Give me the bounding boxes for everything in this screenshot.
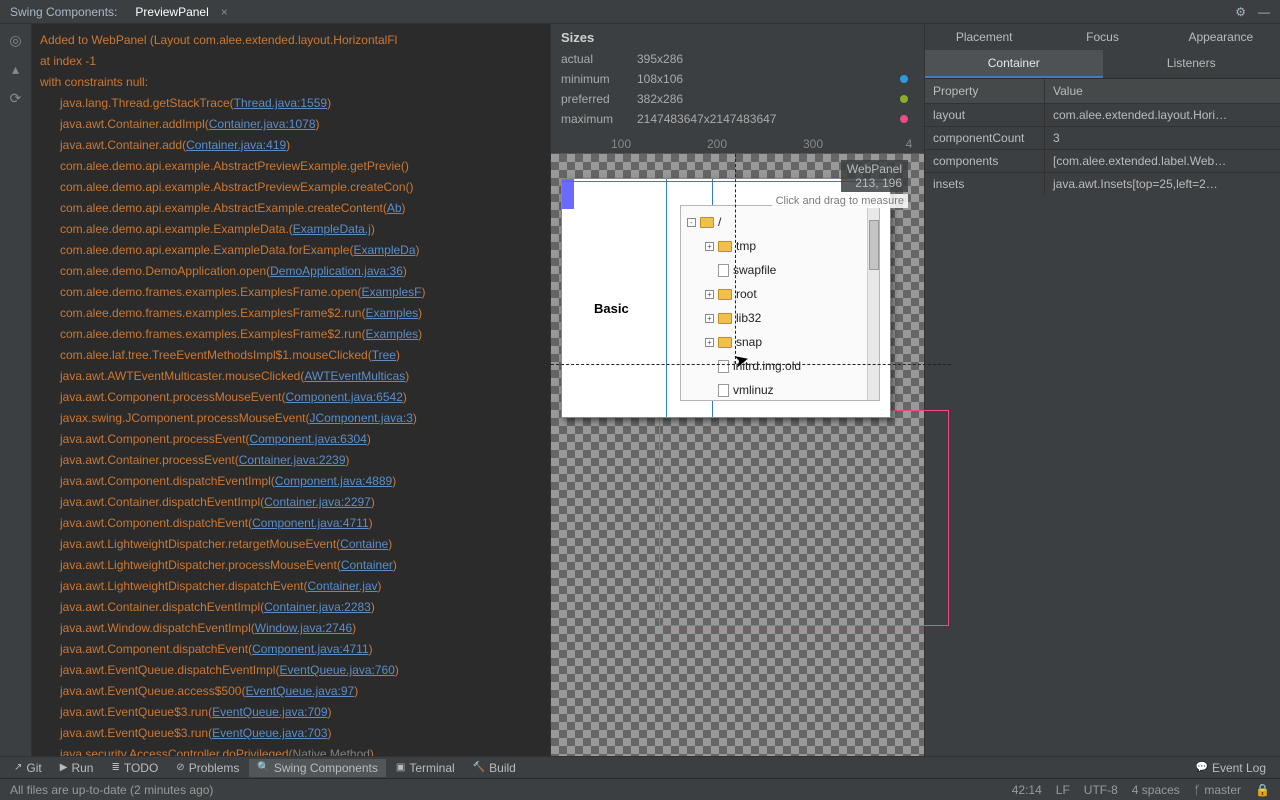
sizes-title: Sizes (561, 30, 914, 45)
target-icon[interactable]: ◎ (9, 32, 21, 49)
tree-item[interactable]: +snap (681, 330, 879, 354)
folder-icon (718, 337, 732, 348)
guide-line (666, 179, 667, 417)
expander-icon[interactable]: + (705, 290, 714, 299)
file-icon (718, 264, 729, 277)
basic-label: Basic (594, 301, 629, 316)
size-row: minimum108x106 (561, 69, 914, 89)
folder-icon (718, 241, 732, 252)
encoding[interactable]: UTF-8 (1084, 783, 1118, 797)
file-icon (718, 384, 729, 397)
tree-item[interactable]: +lib32 (681, 306, 879, 330)
toolwindow-button[interactable]: ↗Git (6, 759, 50, 777)
expander-icon[interactable]: + (705, 338, 714, 347)
stack-trace-pane[interactable]: Added to WebPanel (Layout com.alee.exten… (32, 24, 550, 756)
measure-hint: Click and drag to measure (772, 194, 908, 208)
size-row: preferred382x286 (561, 89, 914, 109)
crosshair-v (735, 154, 736, 364)
sizes-block: Sizes actual395x286minimum108x106preferr… (551, 24, 924, 135)
toolwindow-button[interactable]: ⊘Problems (168, 759, 247, 777)
property-row[interactable]: components[com.alee.extended.label.Web… (925, 149, 1280, 172)
folder-icon (718, 289, 732, 300)
line-sep[interactable]: LF (1056, 783, 1070, 797)
file-icon (718, 360, 729, 373)
tree-item[interactable]: vmlinuz (681, 378, 879, 401)
scrollbar[interactable] (867, 206, 879, 400)
breadcrumb: Swing Components: (10, 5, 117, 19)
props-tab[interactable]: Placement (925, 24, 1043, 50)
up-arrow-icon[interactable]: ▴ (12, 61, 19, 78)
tool-window-bar: ↗Git▶Run≣TODO⊘Problems🔍Swing Components▣… (0, 756, 1280, 778)
preview-column: Sizes actual395x286minimum108x106preferr… (550, 24, 924, 756)
gear-icon[interactable]: ⚙ (1235, 5, 1246, 19)
tree-item[interactable]: +tmp (681, 234, 879, 258)
property-row[interactable]: layoutcom.alee.extended.layout.Hori… (925, 103, 1280, 126)
selection-marker (562, 179, 574, 209)
left-gutter: ◎ ▴ ⟳ (0, 24, 32, 756)
props-tab[interactable]: Focus (1043, 24, 1161, 50)
git-branch[interactable]: ᚶ master (1194, 783, 1241, 797)
tree-item[interactable]: initrd.img.old (681, 354, 879, 378)
status-message: All files are up-to-date (2 minutes ago) (10, 783, 213, 797)
caret-pos[interactable]: 42:14 (1012, 783, 1042, 797)
folder-icon (718, 313, 732, 324)
top-bar: Swing Components: PreviewPanel × ⚙ — (0, 0, 1280, 24)
property-row[interactable]: componentCount3 (925, 126, 1280, 149)
toolwindow-button[interactable]: ▶Run (52, 759, 102, 777)
folder-icon (700, 217, 714, 228)
file-tree[interactable]: -/+tmpswapfile+root+lib32+snapinitrd.img… (680, 205, 880, 401)
expander-icon[interactable]: + (705, 314, 714, 323)
coord-badge: WebPanel 213, 196 (841, 160, 908, 192)
toolwindow-button[interactable]: ▣Terminal (388, 759, 463, 777)
refresh-icon[interactable]: ⟳ (10, 90, 22, 107)
property-row[interactable]: insetsjava.awt.Insets[top=25,left=2… (925, 172, 1280, 195)
preview-canvas[interactable]: Basic -/+tmpswapfile+root+lib32+snapinit… (551, 153, 924, 756)
props-tab[interactable]: Appearance (1162, 24, 1280, 50)
expander-icon[interactable]: - (687, 218, 696, 227)
expander-icon[interactable]: + (705, 242, 714, 251)
minimize-icon[interactable]: — (1258, 5, 1270, 19)
toolwindow-button[interactable]: ≣TODO (103, 759, 166, 777)
tree-item[interactable]: +root (681, 282, 879, 306)
props-tab-row-2: ContainerListeners (925, 50, 1280, 79)
crosshair-h (551, 364, 951, 365)
max-bounds-outline (659, 410, 949, 626)
props-subtab[interactable]: Listeners (1103, 50, 1280, 78)
props-tab-row-1: PlacementFocusAppearance (925, 24, 1280, 50)
props-header: PropertyValue (925, 79, 1280, 103)
status-bar: All files are up-to-date (2 minutes ago)… (0, 778, 1280, 800)
preview-panel[interactable]: Basic -/+tmpswapfile+root+lib32+snapinit… (561, 178, 891, 418)
tree-item[interactable]: swapfile (681, 258, 879, 282)
toolwindow-button[interactable]: 🔍Swing Components (249, 759, 386, 777)
indent[interactable]: 4 spaces (1132, 783, 1180, 797)
event-log-button[interactable]: 💬Event Log (1188, 759, 1275, 777)
lock-icon[interactable]: 🔒 (1255, 783, 1270, 797)
tree-item[interactable]: -/ (681, 210, 879, 234)
size-row: actual395x286 (561, 49, 914, 69)
size-row: maximum2147483647x2147483647 (561, 109, 914, 129)
props-subtab[interactable]: Container (925, 50, 1103, 78)
close-icon[interactable]: × (221, 5, 228, 19)
properties-column: PlacementFocusAppearance ContainerListen… (924, 24, 1280, 756)
editor-tab[interactable]: PreviewPanel (127, 3, 216, 21)
toolwindow-button[interactable]: 🔨Build (465, 759, 524, 777)
horizontal-ruler: 1002003004 (551, 135, 924, 153)
